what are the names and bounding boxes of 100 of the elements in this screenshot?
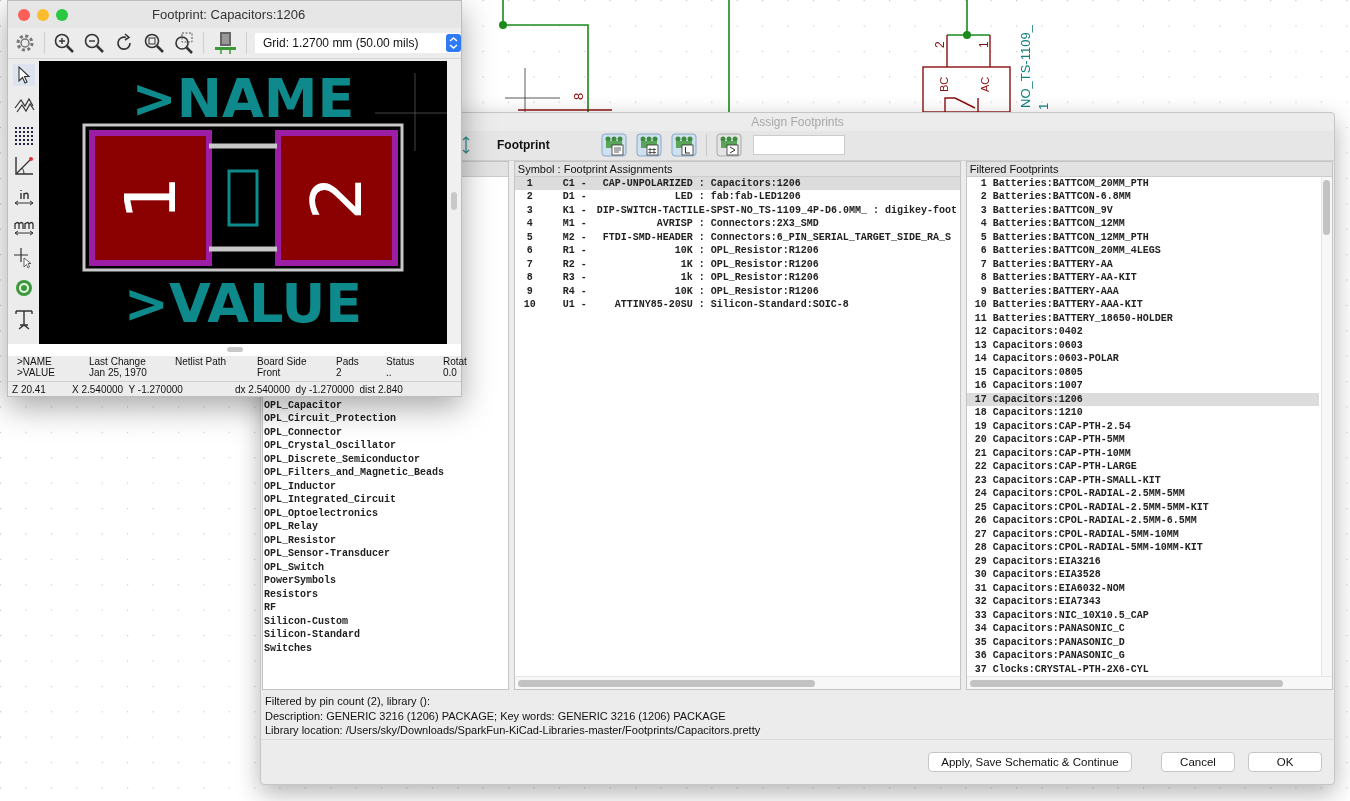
footprint-row[interactable]: 14 Capacitors:0603-POLAR xyxy=(966,352,1319,366)
library-item[interactable]: OPL_Filters_and_Magnetic_Beads xyxy=(264,466,508,480)
footprint-row[interactable]: 17 Capacitors:1206 xyxy=(966,392,1319,407)
footprint-row[interactable]: 2 Batteries:BATTCON-6.8MM xyxy=(966,190,1319,204)
footprint-row[interactable]: 12 Capacitors:0402 xyxy=(966,325,1319,339)
reference-label: 1 xyxy=(1036,102,1051,110)
filter-field[interactable] xyxy=(753,135,845,156)
footprint-row[interactable]: 36 Capacitors:PANASONIC_G xyxy=(966,649,1319,663)
assignment-row[interactable]: 2 D1 - LED : fab:fab-LED1206 xyxy=(514,190,960,204)
splitter-handle[interactable] xyxy=(226,347,243,353)
status-text: X 2.540000 Y -1.270000 xyxy=(72,383,184,395)
info-label: Rotat xyxy=(443,355,467,368)
footprint-row[interactable]: 29 Capacitors:EIA3216 xyxy=(966,554,1319,569)
library-item[interactable]: PowerSymbols xyxy=(264,574,508,588)
zoom-fit-icon[interactable] xyxy=(143,32,165,55)
assignment-row[interactable]: 10 U1 - ATTINY85-20SU : Silicon-Standard:SOIC-8 xyxy=(514,298,960,312)
library-item[interactable]: RF xyxy=(264,601,508,615)
footprint-row[interactable]: 32 Capacitors:EIA7343 xyxy=(966,595,1319,609)
cursor-icon[interactable] xyxy=(12,63,35,86)
footprint-row[interactable]: 25 Capacitors:CPOL-RADIAL-2.5MM-5MM-KIT xyxy=(966,500,1319,515)
library-item[interactable]: OPL_Integrated_Circuit xyxy=(264,493,508,507)
assignment-row[interactable]: 6 R1 - 10K : OPL_Resistor:R1206 xyxy=(514,244,960,258)
footprint-row[interactable]: 21 Capacitors:CAP-PTH-10MM xyxy=(966,446,1319,461)
library-item[interactable]: Silicon-Standard xyxy=(264,628,508,642)
library-item[interactable]: OPL_Crystal_Oscillator xyxy=(264,439,508,453)
footprint-row[interactable]: 28 Capacitors:CPOL-RADIAL-5MM-10MM-KIT xyxy=(966,541,1319,555)
scrollbar-thumb[interactable] xyxy=(451,191,458,210)
footprint-row[interactable]: 23 Capacitors:CAP-PTH-SMALL-KIT xyxy=(966,473,1319,488)
apply-button[interactable]: Apply, Save Schematic & Continue xyxy=(928,751,1132,772)
library-item[interactable]: Silicon-Custom xyxy=(264,614,508,629)
resize-icon[interactable] xyxy=(461,136,471,155)
close-button[interactable] xyxy=(18,8,30,21)
library-item[interactable]: OPL_Circuit_Protection xyxy=(264,412,508,426)
assignment-row[interactable]: 3 K1 - DIP-SWITCH-TACTILE-SPST-NO_TS-1109_4P-D6.0MM_ : digikey-foot xyxy=(514,203,960,218)
library-item[interactable]: OPL_Optoelectronics xyxy=(264,506,508,521)
scrollbar-thumb[interactable] xyxy=(517,679,815,687)
library-item[interactable]: OPL_Connector xyxy=(264,425,508,440)
library-item[interactable]: OPL_Switch xyxy=(264,560,508,575)
footprint-row[interactable]: 10 Batteries:BATTERY-AAA-KIT xyxy=(966,298,1319,312)
footprint-row[interactable]: 4 Batteries:BATTCON_12MM xyxy=(966,217,1319,231)
footprint-row[interactable]: 1 Batteries:BATTCOM_20MM_PTH xyxy=(966,176,1319,191)
footprint-row[interactable]: 6 Batteries:BATTCON_20MM_4LEGS xyxy=(966,244,1319,258)
footprint-row[interactable]: 20 Capacitors:CAP-PTH-5MM xyxy=(966,433,1319,447)
footprint-row[interactable]: 11 Batteries:BATTERY_18650-HOLDER xyxy=(966,311,1319,326)
scrollbar-thumb[interactable] xyxy=(969,679,1283,687)
assignment-row[interactable]: 9 R4 - 10K : OPL_Resistor:R1206 xyxy=(514,284,960,299)
assignment-row[interactable]: 8 R3 - 1k : OPL_Resistor:R1206 xyxy=(514,271,960,285)
footprint-row[interactable]: 31 Capacitors:EIA6032-NOM xyxy=(966,581,1319,596)
footprint-row[interactable]: 19 Capacitors:CAP-PTH-2.54 xyxy=(966,419,1319,434)
library-item[interactable]: OPL_Discrete_Semiconductor xyxy=(264,452,508,467)
library-item[interactable]: OPL_Relay xyxy=(264,520,508,534)
grid-dropdown[interactable]: Grid: 1.2700 mm (50.00 mils) xyxy=(255,33,461,54)
assignment-row[interactable]: 5 M2 - FTDI-SMD-HEADER : Connectors:6_PIN_SERIAL_TARGET_SIDE_RA_S xyxy=(514,230,960,245)
assignment-row[interactable]: 7 R2 - 1K : OPL_Resistor:R1206 xyxy=(514,257,960,272)
zoom-in-icon[interactable] xyxy=(53,32,75,55)
library-item[interactable]: Resistors xyxy=(264,587,508,602)
footprint-row[interactable]: 16 Capacitors:1007 xyxy=(966,379,1319,393)
footprint-row[interactable]: 26 Capacitors:CPOL-RADIAL-2.5MM-6.5MM xyxy=(966,514,1319,528)
footprint-row[interactable]: 22 Capacitors:CAP-PTH-LARGE xyxy=(966,460,1319,474)
footprint-row[interactable]: 3 Batteries:BATTCON_9V xyxy=(966,203,1319,218)
polar-coordinates-icon[interactable] xyxy=(12,155,35,178)
cancel-button[interactable]: Cancel xyxy=(1161,751,1235,772)
footprint-row[interactable]: 34 Capacitors:PANASONIC_C xyxy=(966,622,1319,636)
window-title: Footprint: Capacitors:1206 xyxy=(152,7,306,23)
component-3d-icon[interactable] xyxy=(212,31,238,56)
stepper-icon[interactable] xyxy=(446,34,461,53)
footprint-row[interactable]: 27 Capacitors:CPOL-RADIAL-5MM-10MM xyxy=(966,527,1319,542)
info-label: Board Side xyxy=(257,355,308,368)
footprint-row[interactable]: 35 Capacitors:PANASONIC_D xyxy=(966,635,1319,650)
footprint-row[interactable]: 5 Batteries:BATTCON_12MM_PTH xyxy=(966,230,1319,245)
status-text: Z 20.41 xyxy=(12,383,47,395)
library-item[interactable]: OPL_Resistor xyxy=(264,533,508,548)
info-text: Library location: /Users/sky/Downloads/SparkFun-KiCad-Libraries-master/Footprints/Capacitors.pretty xyxy=(265,723,762,738)
library-item[interactable]: OPL_Inductor xyxy=(264,479,508,494)
footprint-row[interactable]: 13 Capacitors:0603 xyxy=(966,338,1319,353)
info-label: Pads xyxy=(336,355,360,368)
zoom-area-icon[interactable] xyxy=(173,32,195,55)
footprint-row[interactable]: 15 Capacitors:0805 xyxy=(966,365,1319,380)
library-item[interactable]: OPL_Capacitor xyxy=(264,398,508,413)
library-item[interactable]: OPL_Sensor-Transducer xyxy=(264,547,508,561)
library-item[interactable]: Switches xyxy=(264,641,508,656)
ok-button[interactable]: OK xyxy=(1248,751,1322,772)
grid-icon[interactable] xyxy=(12,124,35,147)
filter-library-icon[interactable] xyxy=(671,133,697,158)
footprint-row[interactable]: 30 Capacitors:EIA3528 xyxy=(966,568,1319,582)
filter-list-icon[interactable] xyxy=(601,133,627,158)
filter-pin-icon[interactable] xyxy=(636,133,662,158)
footprint-row[interactable]: 18 Capacitors:1210 xyxy=(966,406,1319,420)
footprint-row[interactable]: 9 Batteries:BATTERY-AAA xyxy=(966,284,1319,299)
zoom-out-icon[interactable] xyxy=(83,32,105,55)
assignment-row[interactable]: 4 M1 - AVRISP : Connectors:2X3_SMD xyxy=(514,217,960,231)
footprint-row[interactable]: 24 Capacitors:CPOL-RADIAL-2.5MM-5MM xyxy=(966,487,1319,501)
info-label: Last Change xyxy=(89,355,147,368)
filter-text-icon[interactable] xyxy=(716,133,742,158)
scrollbar-thumb[interactable] xyxy=(1323,179,1330,235)
footprint-row[interactable]: 33 Capacitors:NIC_10X10.5_CAP xyxy=(966,608,1319,623)
footprint-row[interactable]: 7 Batteries:BATTERY-AA xyxy=(966,257,1319,272)
footprint-row[interactable]: 8 Batteries:BATTERY-AA-KIT xyxy=(966,271,1319,285)
text-tool-icon[interactable] xyxy=(12,307,35,330)
footprint-row[interactable]: 37 Clocks:CRYSTAL-PTH-2X6-CYL xyxy=(966,662,1319,677)
